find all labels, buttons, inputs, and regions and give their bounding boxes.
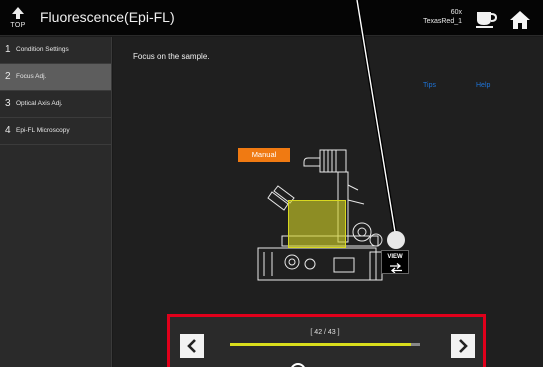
step-label: Focus Adj. <box>16 73 47 80</box>
objective-info: 60x TexasRed_1 <box>418 8 462 26</box>
help-link[interactable]: Help <box>476 82 490 89</box>
step-number: 2 <box>5 71 11 82</box>
view-label: VIEW <box>387 254 403 260</box>
coffee-cup-icon[interactable] <box>473 8 499 30</box>
step-number: 1 <box>5 44 11 55</box>
home-icon[interactable] <box>508 9 532 31</box>
app-title: Fluorescence(Epi-FL) <box>40 9 175 25</box>
mode-badge: Manual <box>238 148 290 162</box>
previous-step-button[interactable] <box>180 334 204 358</box>
next-step-button[interactable] <box>451 334 475 358</box>
step-counter: [ 42 / 43 ] <box>310 329 340 336</box>
sidebar-item-focus-adj[interactable]: 2 Focus Adj. <box>0 64 111 91</box>
swap-arrows-icon <box>390 263 402 273</box>
step-number: 3 <box>5 98 11 109</box>
progress-track <box>230 343 420 346</box>
step-navigation: [ 42 / 43 ] <box>167 314 486 367</box>
view-toggle-button[interactable]: VIEW <box>381 250 409 274</box>
sidebar-item-optical-axis-adj[interactable]: 3 Optical Axis Adj. <box>0 91 111 118</box>
progress-fill <box>230 343 411 346</box>
step-label: Optical Axis Adj. <box>16 100 63 107</box>
step-label: Epi-FL Microscopy <box>16 127 70 134</box>
sidebar-item-condition-settings[interactable]: 1 Condition Settings <box>0 37 111 64</box>
tips-link[interactable]: Tips <box>423 82 436 89</box>
focus-knob-highlight <box>288 200 346 248</box>
step-sidebar: 1 Condition Settings 2 Focus Adj. 3 Opti… <box>0 37 112 367</box>
step-number: 4 <box>5 125 11 136</box>
filter-name: TexasRed_1 <box>423 18 462 25</box>
instruction-text: Focus on the sample. <box>133 52 210 61</box>
chevron-left-icon <box>187 339 196 353</box>
sidebar-item-epi-fl-microscopy[interactable]: 4 Epi-FL Microscopy <box>0 118 111 145</box>
top-label: TOP <box>10 22 26 29</box>
arrow-up-icon <box>12 7 24 19</box>
objective-magnification: 60x <box>450 9 462 16</box>
step-label: Condition Settings <box>16 46 69 53</box>
top-button[interactable]: TOP <box>0 0 36 36</box>
app-header: TOP Fluorescence(Epi-FL) 60x TexasRed_1 <box>0 0 543 36</box>
chevron-right-icon <box>459 339 468 353</box>
